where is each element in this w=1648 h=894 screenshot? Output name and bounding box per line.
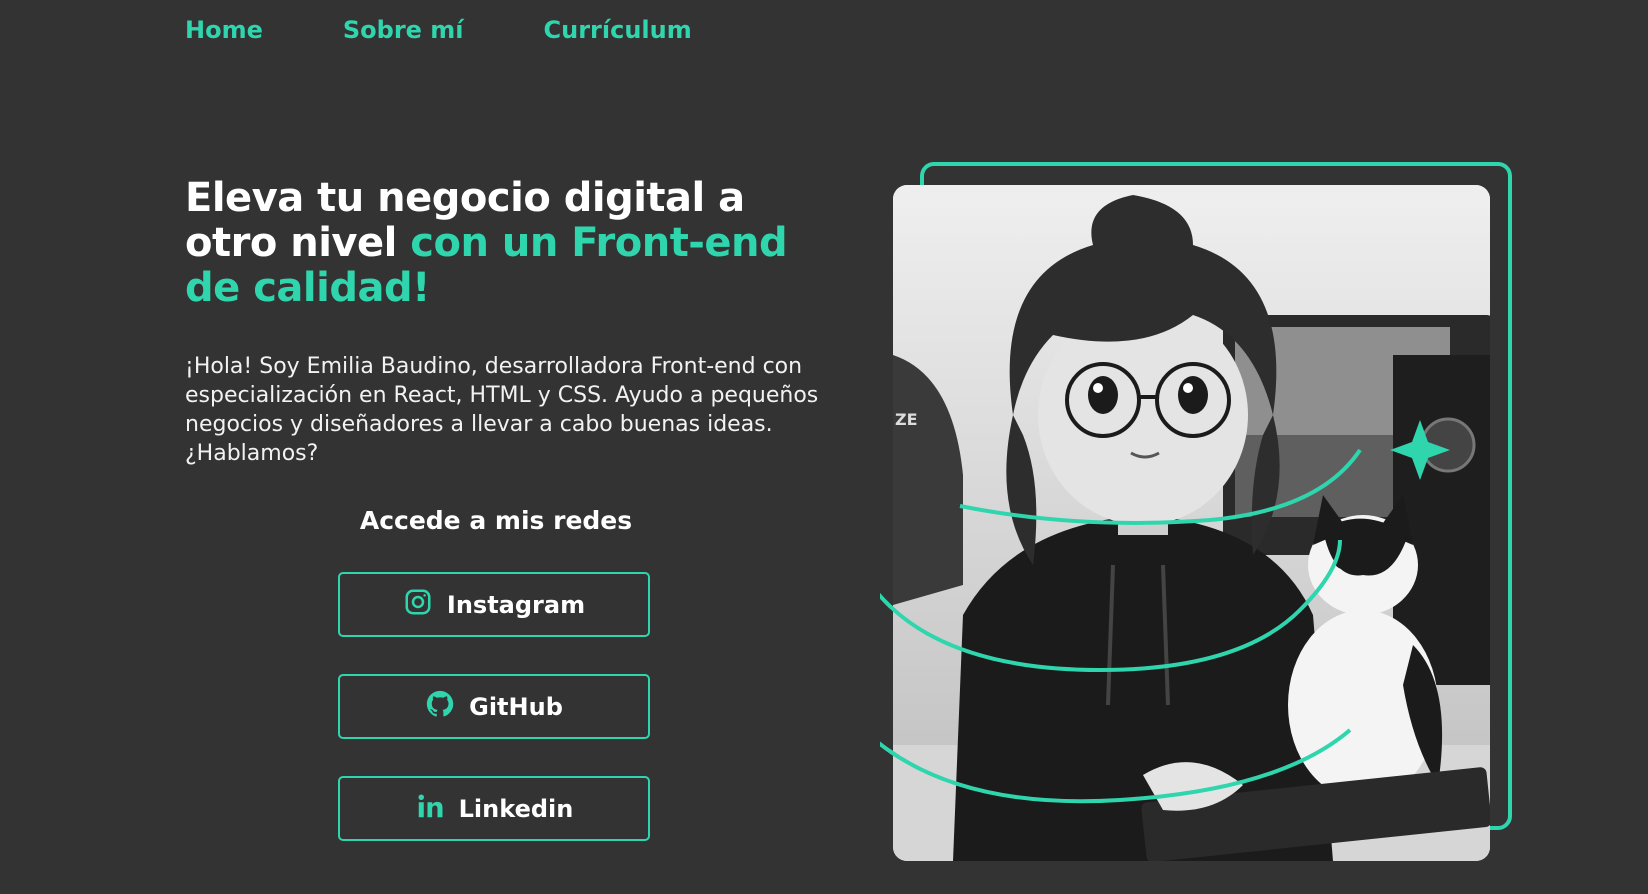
instagram-label: Instagram [446, 590, 586, 619]
github-button[interactable]: GitHub [338, 674, 650, 739]
intro-text: ¡Hola! Soy Emilia Baudino, desarrollador… [185, 354, 819, 466]
top-nav: Home Sobre mí Currículum [185, 16, 772, 44]
linkedin-icon [415, 791, 445, 827]
nav-about-link[interactable]: Sobre mí [343, 16, 464, 44]
nav-resume-link[interactable]: Currículum [544, 16, 692, 44]
linkedin-label: Linkedin [458, 794, 574, 823]
nav-home-link[interactable]: Home [185, 16, 263, 44]
instagram-icon [403, 587, 433, 623]
linkedin-button[interactable]: Linkedin [338, 776, 650, 841]
github-label: GitHub [469, 692, 563, 721]
hero-title: Eleva tu negocio digital a otro nivel co… [185, 176, 805, 311]
portrait-illustration: ZE [893, 185, 1490, 861]
instagram-button[interactable]: Instagram [338, 572, 650, 637]
chair-sticker: ZE [895, 410, 918, 429]
social-section-title: Accede a mis redes [359, 506, 633, 535]
github-icon [425, 689, 455, 725]
